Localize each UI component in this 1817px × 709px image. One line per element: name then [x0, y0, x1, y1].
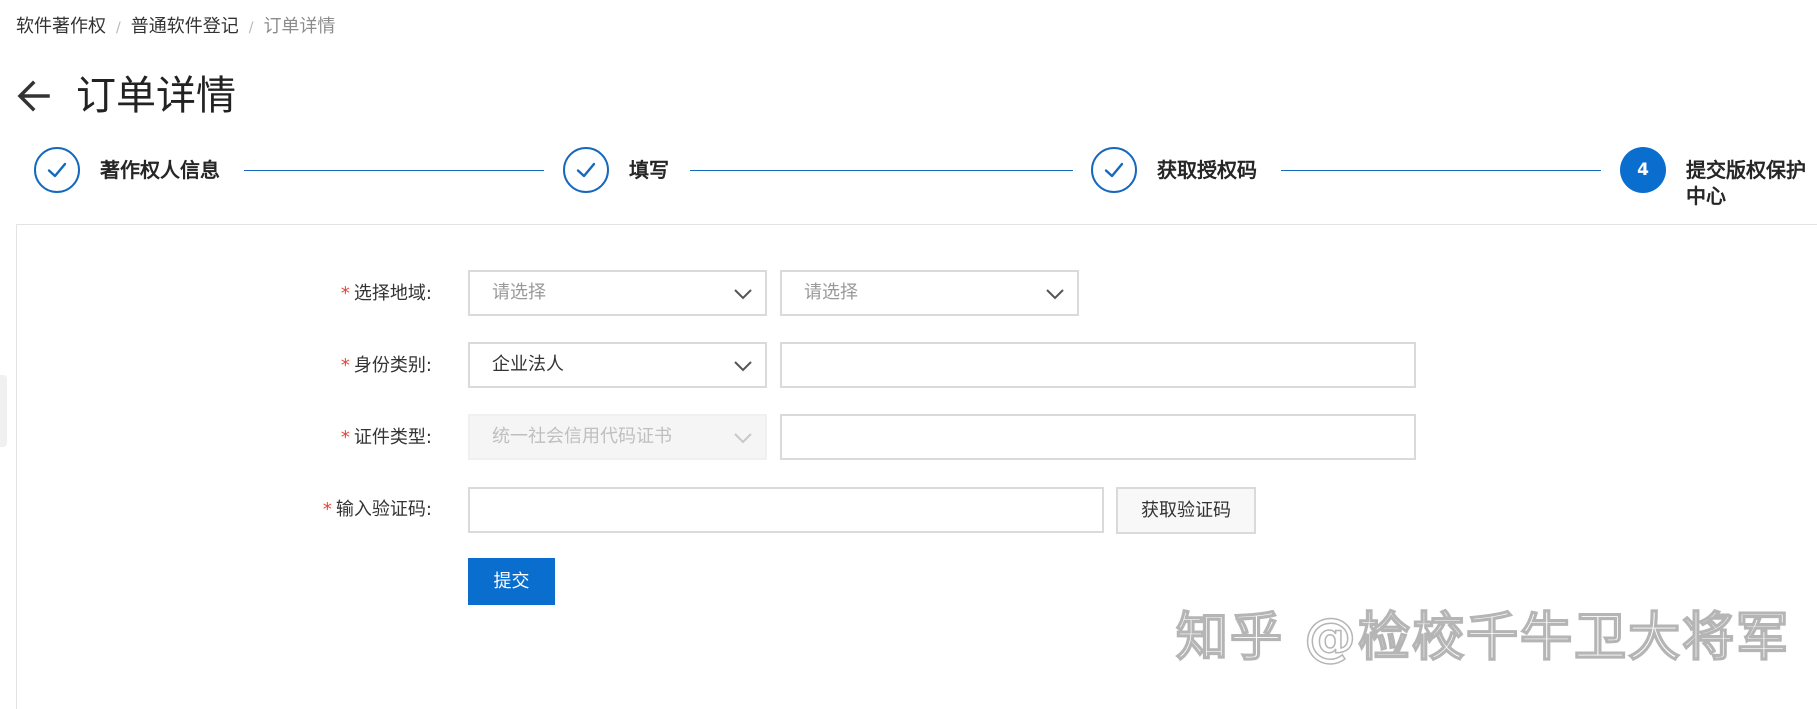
breadcrumb-item-normal-registration[interactable]: 普通软件登记 [131, 16, 239, 37]
step-3-title: 获取授权码 [1157, 158, 1257, 182]
certificate-label: * 证件类型: [340, 427, 432, 448]
arrow-left-icon [17, 80, 50, 112]
get-verification-code-button[interactable]: 获取验证码 [1116, 487, 1256, 534]
verification-code-input[interactable] [468, 487, 1104, 533]
progress-steps: 著作权人信息 填写 获取授权码 4 提交版权保护中心 [0, 140, 1817, 220]
side-tab-handle[interactable] [0, 375, 7, 447]
breadcrumb-separator: / [248, 20, 254, 36]
step-2-title: 填写 [629, 158, 669, 182]
chevron-down-icon [734, 361, 752, 372]
check-icon [576, 162, 596, 178]
region-city-select[interactable]: 请选择 [780, 270, 1079, 316]
step-2-indicator [563, 147, 609, 193]
breadcrumb-separator: / [116, 20, 121, 36]
breadcrumb-item-current: 订单详情 [263, 16, 336, 37]
breadcrumb-item-software-copyright[interactable]: 软件著作权 [16, 16, 106, 37]
chevron-down-icon [1046, 289, 1064, 300]
step-1-title: 著作权人信息 [100, 158, 220, 182]
region-label: * 选择地域: [340, 283, 432, 304]
watermark: 知乎 @检校千牛卫大将军 [1175, 607, 1791, 669]
back-button[interactable] [14, 76, 54, 116]
step-1-indicator [34, 147, 80, 193]
check-icon [47, 162, 67, 178]
required-mark: * [340, 283, 350, 304]
step-3-indicator [1091, 147, 1137, 193]
certificate-number-input[interactable] [780, 414, 1416, 460]
step-connector-2 [690, 170, 1073, 171]
submit-button[interactable]: 提交 [468, 558, 555, 605]
check-icon [1104, 162, 1124, 178]
required-mark: * [322, 499, 332, 520]
page-header: 订单详情 [14, 70, 236, 122]
chevron-down-icon [734, 289, 752, 300]
certificate-type-select: 统一社会信用代码证书 [468, 414, 767, 460]
step-connector-1 [244, 170, 544, 171]
required-mark: * [340, 355, 350, 376]
identity-name-input[interactable] [780, 342, 1416, 388]
identity-label: * 身份类别: [340, 355, 432, 376]
verification-label: * 输入验证码: [322, 499, 432, 520]
chevron-down-icon [734, 433, 752, 444]
page-title: 订单详情 [76, 73, 236, 119]
breadcrumb: 软件著作权 / 普通软件登记 / 订单详情 [16, 15, 335, 40]
step-4-indicator: 4 [1620, 147, 1666, 193]
step-connector-3 [1281, 170, 1601, 171]
region-province-select[interactable]: 请选择 [468, 270, 767, 316]
step-4-title: 提交版权保护中心 [1686, 158, 1806, 208]
required-mark: * [340, 427, 350, 448]
step-4-number: 4 [1637, 160, 1649, 180]
identity-type-select[interactable]: 企业法人 [468, 342, 767, 388]
